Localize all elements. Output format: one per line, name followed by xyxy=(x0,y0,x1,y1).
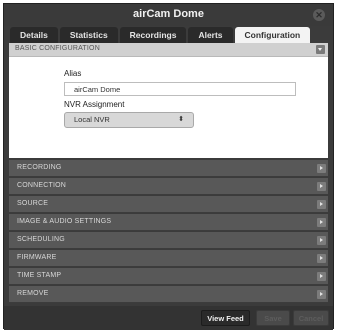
tab-recordings[interactable]: Recordings xyxy=(119,27,187,43)
nvr-assignment-label: NVR Assignment xyxy=(64,100,125,109)
tab-bar: Details Statistics Recordings Alerts Con… xyxy=(10,27,311,43)
chevron-right-icon[interactable] xyxy=(317,272,326,281)
chevron-right-icon[interactable] xyxy=(317,254,326,263)
chevron-right-icon[interactable] xyxy=(317,200,326,209)
section-label: SCHEDULING xyxy=(17,236,65,243)
section-label: IMAGE & AUDIO SETTINGS xyxy=(17,218,112,225)
section-recording[interactable]: RECORDING xyxy=(9,160,328,177)
tab-details[interactable]: Details xyxy=(10,27,58,43)
basic-configuration-label: BASIC CONFIGURATION xyxy=(15,45,100,52)
section-label: CONNECTION xyxy=(17,182,67,189)
title-bar: airCam Dome ✕ xyxy=(4,4,333,26)
section-image-audio-settings[interactable]: IMAGE & AUDIO SETTINGS xyxy=(9,214,328,231)
alias-input[interactable]: airCam Dome xyxy=(64,82,296,96)
section-label: RECORDING xyxy=(17,164,62,171)
view-feed-button[interactable]: View Feed xyxy=(201,310,250,326)
chevron-right-icon[interactable] xyxy=(317,290,326,299)
basic-configuration-panel: Alias airCam Dome NVR Assignment Local N… xyxy=(9,57,328,158)
tab-configuration[interactable]: Configuration xyxy=(234,27,311,43)
section-label: TIME STAMP xyxy=(17,272,62,279)
chevron-right-icon[interactable] xyxy=(317,182,326,191)
chevron-right-icon[interactable] xyxy=(317,218,326,227)
cancel-button[interactable]: Cancel xyxy=(293,310,329,326)
section-source[interactable]: SOURCE xyxy=(9,196,328,213)
section-label: FIRMWARE xyxy=(17,254,57,261)
up-down-arrows-icon: ⬍ xyxy=(178,116,184,123)
nvr-assignment-select[interactable]: Local NVR ⬍ xyxy=(64,112,194,128)
camera-config-window: airCam Dome ✕ Details Statistics Recordi… xyxy=(3,3,334,330)
section-remove[interactable]: REMOVE xyxy=(9,286,328,303)
section-time-stamp[interactable]: TIME STAMP xyxy=(9,268,328,285)
basic-configuration-header[interactable]: BASIC CONFIGURATION xyxy=(9,43,328,57)
save-button[interactable]: Save xyxy=(256,310,290,326)
chevron-right-icon[interactable] xyxy=(317,236,326,245)
nvr-selected-value: Local NVR xyxy=(74,115,110,124)
section-firmware[interactable]: FIRMWARE xyxy=(9,250,328,267)
section-scheduling[interactable]: SCHEDULING xyxy=(9,232,328,249)
section-label: SOURCE xyxy=(17,200,49,207)
alias-label: Alias xyxy=(64,69,82,78)
chevron-right-icon[interactable] xyxy=(317,164,326,173)
tab-statistics[interactable]: Statistics xyxy=(59,27,118,43)
chevron-down-icon[interactable] xyxy=(316,45,325,54)
footer-bar: View Feed Save Cancel xyxy=(4,306,333,330)
section-label: REMOVE xyxy=(17,290,49,297)
close-icon[interactable]: ✕ xyxy=(313,9,325,21)
section-connection[interactable]: CONNECTION xyxy=(9,178,328,195)
tab-alerts[interactable]: Alerts xyxy=(188,27,233,43)
window-title: airCam Dome xyxy=(133,8,204,20)
